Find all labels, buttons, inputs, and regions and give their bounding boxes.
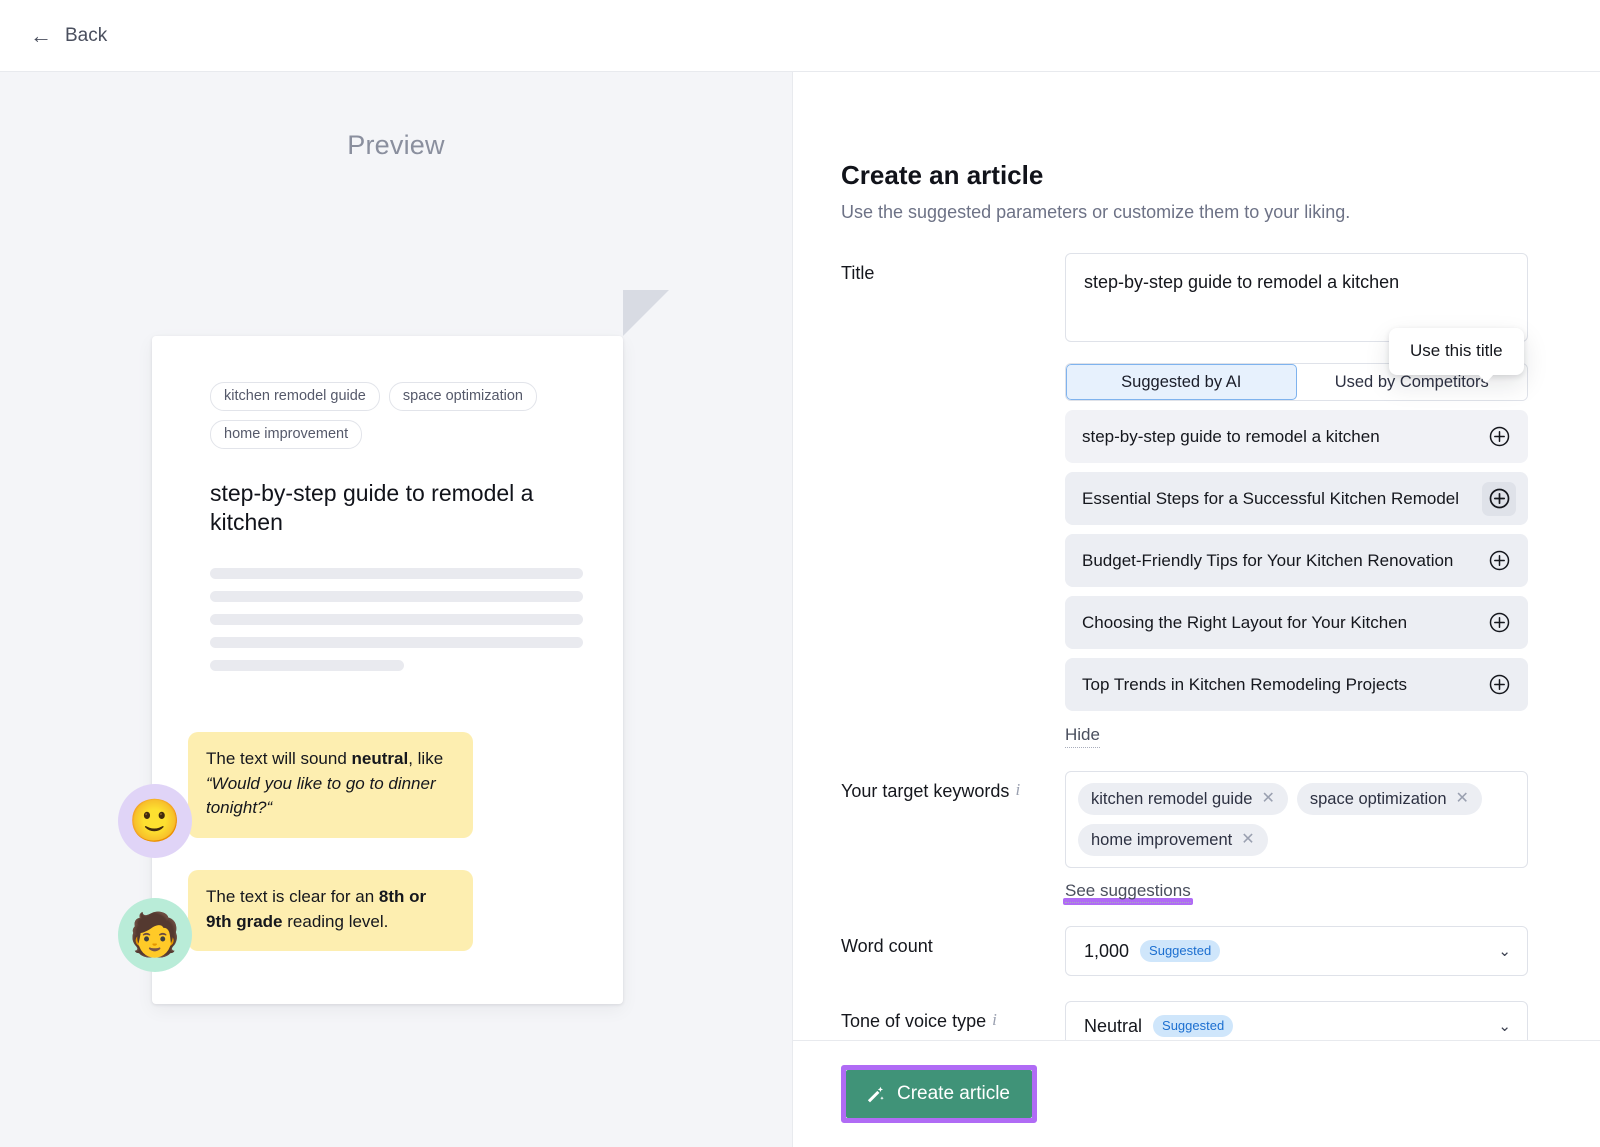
create-article-label: Create article xyxy=(897,1083,1010,1104)
use-title-button[interactable] xyxy=(1482,668,1516,702)
see-suggestions-link[interactable]: See suggestions xyxy=(1065,881,1191,903)
skeleton-line xyxy=(210,636,583,648)
see-suggestions-wrap: See suggestions xyxy=(1063,881,1193,905)
info-icon[interactable]: i xyxy=(1015,780,1020,800)
page-subtitle: Use the suggested parameters or customiz… xyxy=(841,202,1351,222)
tab-suggested-by-ai[interactable]: Suggested by AI xyxy=(1066,364,1297,400)
callout-segment-bold: neutral xyxy=(351,749,409,768)
plus-circle-icon xyxy=(1489,426,1509,447)
preview-skeleton-lines xyxy=(210,567,583,671)
remove-keyword-icon[interactable]: ✕ xyxy=(1456,791,1469,807)
use-title-button[interactable] xyxy=(1482,481,1516,516)
plus-circle-icon xyxy=(1489,550,1509,571)
word-count-row: Word count 1,000 Suggested ⌄ xyxy=(841,926,1528,976)
arrow-left-icon: ← xyxy=(30,22,52,48)
use-title-button[interactable] xyxy=(1482,420,1516,454)
create-article-page: ← Back Preview kitchen remodel guide spa… xyxy=(0,0,1600,1147)
callout-segment: The text will sound xyxy=(206,749,352,768)
tone-label-text: Tone of voice type xyxy=(841,1011,987,1031)
tone-callout: 🙂 The text will sound neutral, like “Wou… xyxy=(118,732,473,858)
title-suggestion-list: step-by-step guide to remodel a kitchen xyxy=(1065,410,1528,711)
keywords-row: Your target keywords i kitchen remodel g… xyxy=(841,771,1528,905)
keyword-chip: space optimization ✕ xyxy=(1296,783,1482,815)
callout-segment: The text is clear for an xyxy=(206,887,379,906)
skeleton-line xyxy=(210,659,404,671)
person-face-icon: 🧑 xyxy=(128,911,182,958)
form-footer: Create article xyxy=(793,1040,1600,1147)
remove-keyword-icon[interactable]: ✕ xyxy=(1261,791,1274,807)
chevron-down-icon: ⌄ xyxy=(1498,942,1511,960)
keyword-chip-label: kitchen remodel guide xyxy=(1091,789,1253,808)
suggestion-text: Budget-Friendly Tips for Your Kitchen Re… xyxy=(1082,550,1454,570)
word-count-select[interactable]: 1,000 Suggested ⌄ xyxy=(1065,926,1528,976)
info-icon[interactable]: i xyxy=(992,1010,997,1030)
keywords-input-box[interactable]: kitchen remodel guide ✕ space optimizati… xyxy=(1065,771,1528,868)
form-scroll-area: Create an article Use the suggested para… xyxy=(793,72,1600,1040)
title-suggestion-row[interactable]: Budget-Friendly Tips for Your Kitchen Re… xyxy=(1065,534,1528,587)
plus-circle-icon xyxy=(1489,674,1509,695)
chevron-down-icon: ⌄ xyxy=(1498,1017,1511,1035)
suggestion-text: step-by-step guide to remodel a kitchen xyxy=(1082,426,1380,446)
skeleton-line xyxy=(210,567,583,579)
create-article-button[interactable]: Create article xyxy=(846,1070,1032,1118)
tone-callout-bubble: The text will sound neutral, like “Would… xyxy=(188,732,473,838)
back-label: Back xyxy=(65,24,108,46)
callout-segment: , like xyxy=(408,749,444,768)
title-suggestion-row[interactable]: Choosing the Right Layout for Your Kitch… xyxy=(1065,596,1528,649)
smiley-face-avatar: 🙂 xyxy=(118,784,192,858)
use-this-title-tooltip: Use this title xyxy=(1389,328,1524,383)
plus-circle-icon xyxy=(1489,612,1509,633)
readability-callout: 🧑 The text is clear for an 8th or 9th gr… xyxy=(118,870,473,972)
hide-suggestions-link[interactable]: Hide xyxy=(1065,725,1100,748)
person-face-avatar: 🧑 xyxy=(118,898,192,972)
tone-value: Neutral xyxy=(1084,1015,1143,1036)
suggestion-text: Top Trends in Kitchen Remodeling Project… xyxy=(1082,674,1408,694)
preview-tag: home improvement xyxy=(210,420,363,449)
callout-segment: reading level. xyxy=(282,911,389,931)
keyword-chip: home improvement ✕ xyxy=(1078,824,1268,856)
word-count-value: 1,000 xyxy=(1084,940,1130,961)
form-pane: Create an article Use the suggested para… xyxy=(793,72,1600,1147)
use-title-button[interactable] xyxy=(1482,606,1516,640)
keyword-chip: kitchen remodel guide ✕ xyxy=(1078,783,1288,815)
preview-tag-row: kitchen remodel guide space optimization… xyxy=(210,382,570,449)
title-label: Title xyxy=(841,263,875,283)
create-article-highlight: Create article xyxy=(841,1065,1037,1123)
page-body: Preview kitchen remodel guide space opti… xyxy=(0,72,1600,1147)
title-suggestion-row[interactable]: Top Trends in Kitchen Remodeling Project… xyxy=(1065,658,1528,711)
preview-tag: space optimization xyxy=(388,382,537,411)
readability-callout-bubble: The text is clear for an 8th or 9th grad… xyxy=(188,870,473,952)
tone-row: Tone of voice type i Neutral Suggested ⌄ xyxy=(841,1001,1528,1040)
use-title-button[interactable] xyxy=(1482,544,1516,578)
keywords-label: Your target keywords i xyxy=(841,771,1065,901)
tone-select[interactable]: Neutral Suggested ⌄ xyxy=(1065,1001,1528,1040)
preview-pane: Preview kitchen remodel guide space opti… xyxy=(0,72,793,1147)
keyword-chip-label: home improvement xyxy=(1091,830,1233,849)
suggested-badge: Suggested xyxy=(1140,940,1221,962)
callout-segment-italic: “Would you like to go to dinner tonight?… xyxy=(206,773,436,818)
suggestion-text: Choosing the Right Layout for Your Kitch… xyxy=(1082,612,1408,632)
suggested-badge: Suggested xyxy=(1153,1015,1234,1037)
word-count-label: Word count xyxy=(841,936,933,956)
suggestion-text: Essential Steps for a Successful Kitchen… xyxy=(1082,488,1460,508)
keyword-chip-label: space optimization xyxy=(1309,789,1447,808)
title-suggestion-row[interactable]: Essential Steps for a Successful Kitchen… xyxy=(1065,472,1528,525)
title-suggestion-row[interactable]: step-by-step guide to remodel a kitchen xyxy=(1065,410,1528,463)
plus-circle-icon xyxy=(1489,488,1509,509)
back-button[interactable]: ← Back xyxy=(30,22,108,48)
tone-label: Tone of voice type i xyxy=(841,1001,1065,1040)
skeleton-line xyxy=(210,590,583,602)
preview-heading: Preview xyxy=(347,130,445,160)
keywords-label-text: Your target keywords xyxy=(841,781,1010,801)
page-title: Create an article xyxy=(841,160,1044,190)
smiley-face-icon: 🙂 xyxy=(128,797,182,844)
skeleton-line xyxy=(210,613,583,625)
magic-wand-icon xyxy=(867,1086,884,1102)
remove-keyword-icon[interactable]: ✕ xyxy=(1241,832,1254,848)
top-bar: ← Back xyxy=(0,0,1600,72)
preview-document-title: step-by-step guide to remodel a kitchen xyxy=(210,480,534,535)
preview-tag: kitchen remodel guide xyxy=(210,382,380,411)
